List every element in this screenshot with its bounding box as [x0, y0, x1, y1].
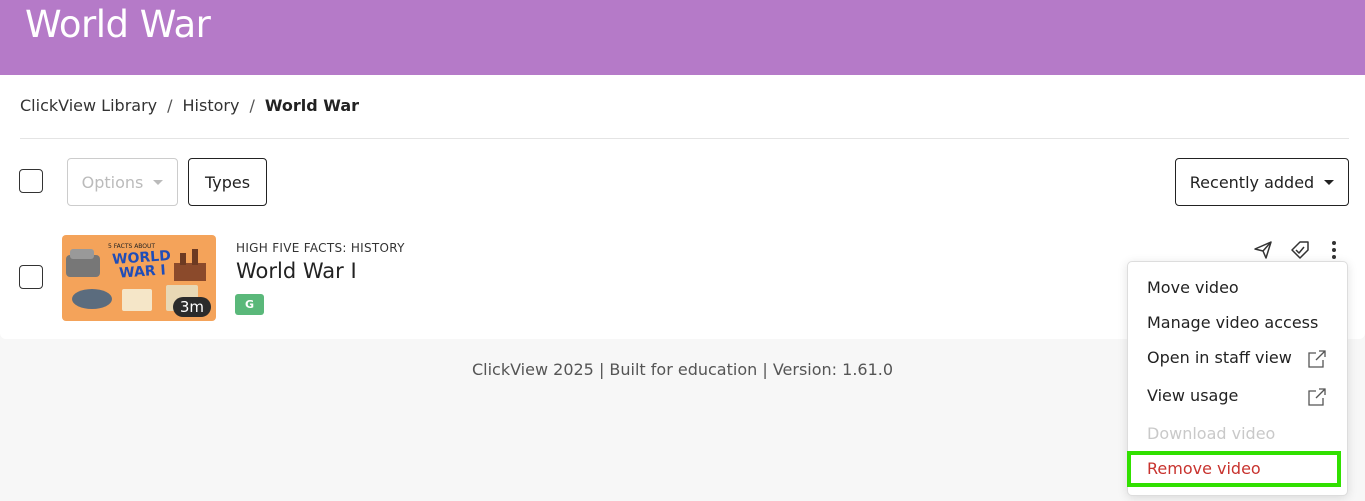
sort-label: Recently added — [1189, 172, 1315, 192]
menu-item-open-staff-view[interactable]: Open in staff view — [1147, 348, 1292, 367]
send-icon[interactable] — [1250, 237, 1276, 263]
options-dropdown[interactable]: Options — [67, 158, 178, 206]
video-title[interactable]: World War I — [236, 259, 357, 283]
breadcrumb: ClickView Library / History / World War — [20, 96, 359, 115]
more-options-icon[interactable] — [1321, 237, 1347, 263]
select-all-checkbox[interactable] — [19, 169, 43, 193]
caret-down-icon — [1324, 179, 1335, 185]
breadcrumb-separator: / — [167, 96, 173, 115]
duration-badge: 3m — [172, 297, 211, 317]
breadcrumb-item-current: World War — [264, 96, 360, 115]
page-title: World War — [25, 3, 211, 46]
menu-item-view-usage[interactable]: View usage — [1147, 386, 1238, 405]
breadcrumb-item-history[interactable]: History — [183, 96, 240, 115]
sort-dropdown[interactable]: Recently added — [1175, 158, 1349, 206]
external-link-icon — [1308, 350, 1326, 368]
video-select-checkbox[interactable] — [19, 265, 43, 289]
breadcrumb-item-library[interactable]: ClickView Library — [20, 96, 157, 115]
breadcrumb-separator: / — [249, 96, 255, 115]
tag-check-icon[interactable] — [1287, 237, 1313, 263]
external-link-icon — [1308, 388, 1326, 406]
types-button[interactable]: Types — [188, 158, 267, 206]
menu-item-manage-access[interactable]: Manage video access — [1147, 313, 1318, 332]
types-label: Types — [204, 172, 251, 192]
options-label: Options — [81, 172, 144, 192]
menu-item-move-video[interactable]: Move video — [1147, 278, 1239, 297]
menu-item-download-video: Download video — [1147, 424, 1276, 443]
caret-down-icon — [153, 179, 164, 185]
video-thumbnail[interactable]: 5 FACTS ABOUT WORLD WAR I 3m — [62, 235, 216, 321]
page-banner: World War — [0, 0, 1365, 75]
video-series[interactable]: HIGH FIVE FACTS: HISTORY — [236, 241, 405, 255]
thumbnail-text: WORLD WAR I — [111, 247, 172, 282]
highlight-box — [1127, 451, 1341, 487]
rating-badge: G — [235, 294, 264, 315]
divider — [20, 138, 1349, 139]
